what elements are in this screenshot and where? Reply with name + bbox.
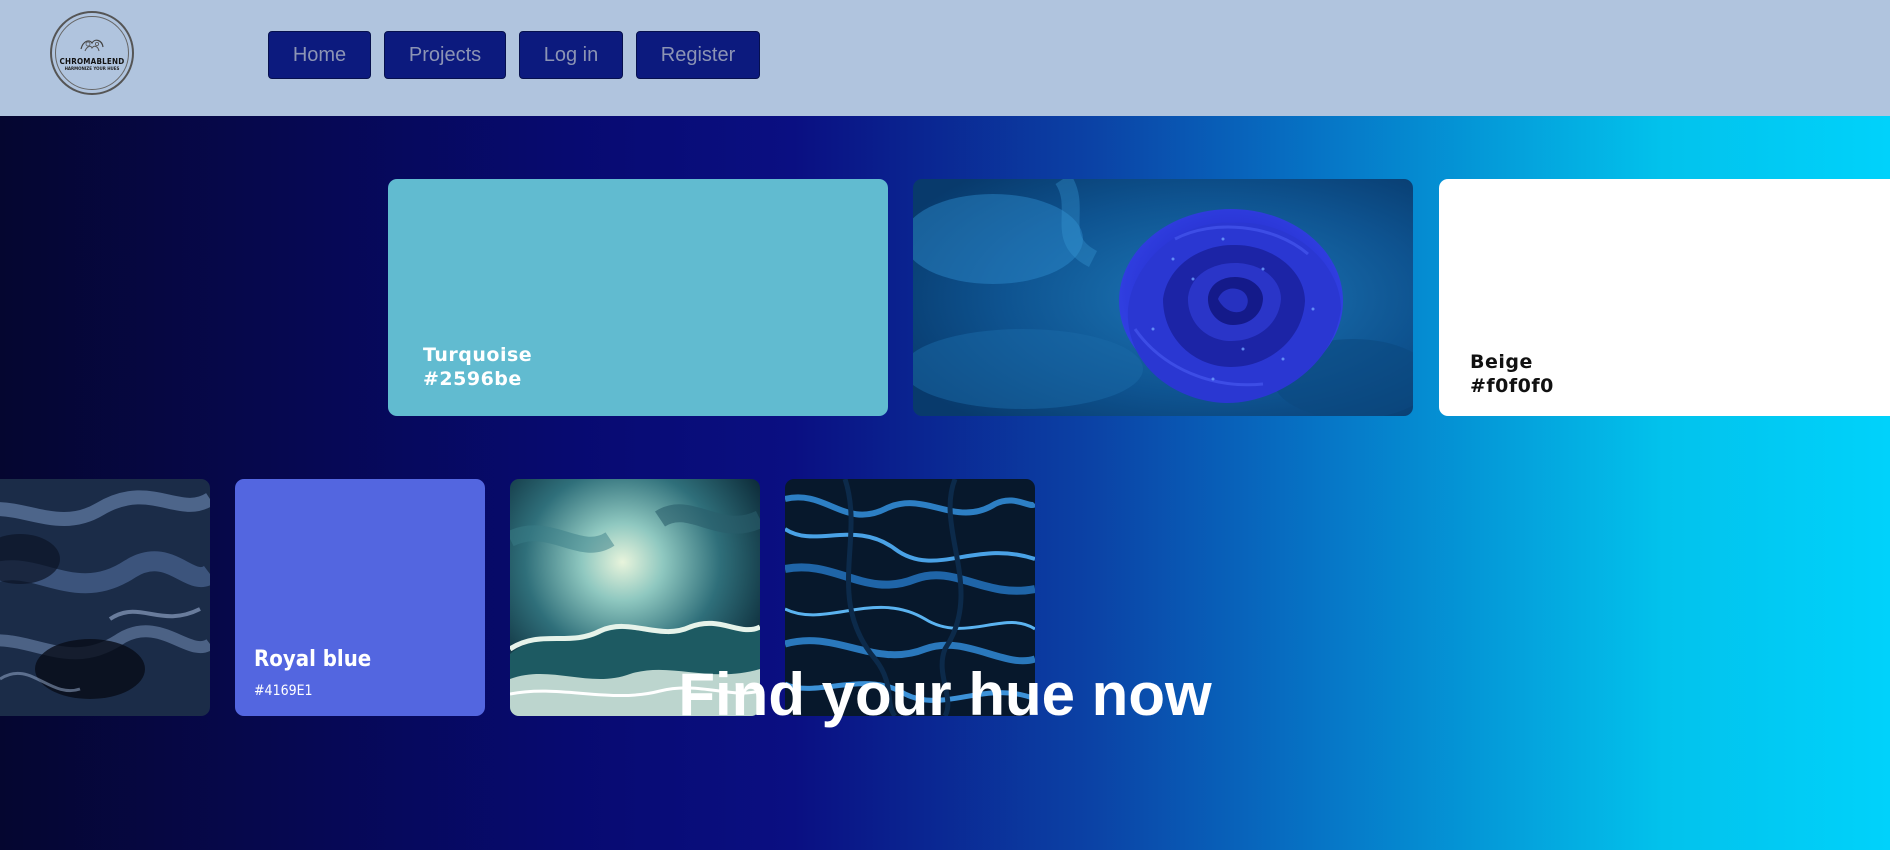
nav-login-button[interactable]: Log in [519, 31, 623, 79]
hero-headline: Find your hue now [678, 661, 1212, 728]
site-header: CHROMABLEND HARMONIZE YOUR HUES Home Pro… [0, 0, 1890, 116]
turquoise-label: Turquoise #2596be [423, 343, 532, 391]
nav-home-button[interactable]: Home [268, 31, 371, 79]
brand-tagline: HARMONIZE YOUR HUES [64, 65, 120, 71]
blue-rose-image-card[interactable] [913, 179, 1413, 416]
turquoise-swatch-card[interactable]: Turquoise #2596be [388, 179, 888, 416]
beige-name: Beige [1470, 351, 1533, 373]
logo-mark-icon [80, 39, 104, 51]
brand-logo[interactable]: CHROMABLEND HARMONIZE YOUR HUES [50, 11, 134, 95]
hero-section: Turquoise #2596be Beige #f0f0f0 Royal bl… [0, 116, 1890, 850]
turquoise-hex: #2596be [423, 368, 522, 390]
beige-swatch-card[interactable]: Beige #f0f0f0 [1439, 179, 1890, 416]
nav-projects-button[interactable]: Projects [384, 31, 506, 79]
turquoise-name: Turquoise [423, 344, 533, 366]
nav-register-button[interactable]: Register [636, 31, 760, 79]
beige-label: Beige #f0f0f0 [1470, 350, 1554, 398]
blue-rose-photo-icon [913, 179, 1413, 416]
brand-name: CHROMABLEND [59, 56, 125, 66]
beige-hex: #f0f0f0 [1470, 375, 1554, 397]
